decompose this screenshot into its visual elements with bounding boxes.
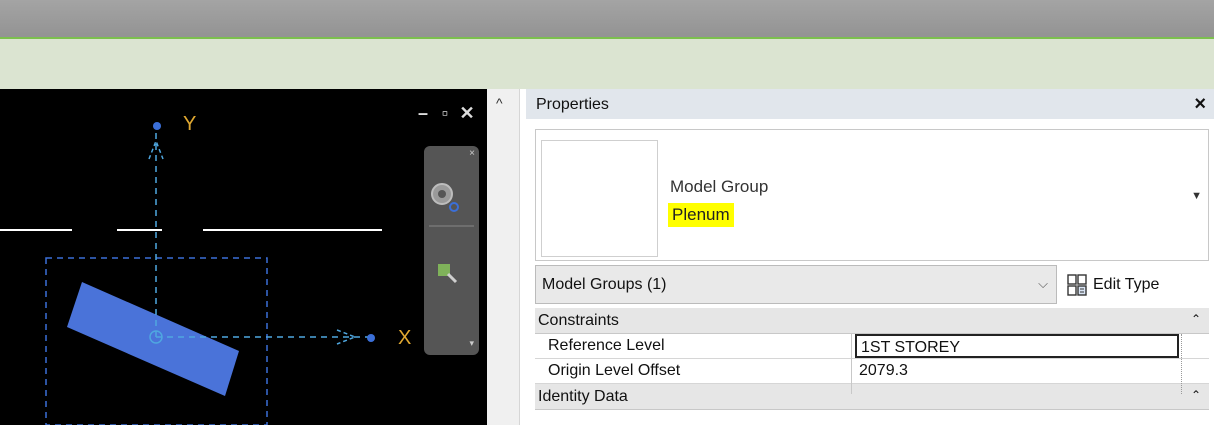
group-title: Constraints <box>538 312 619 329</box>
edit-type-label: Edit Type <box>1093 275 1160 293</box>
selection-filter-value: Model Groups (1) <box>542 276 667 293</box>
type-name-label: Plenum <box>668 203 734 227</box>
y-axis-grip[interactable] <box>153 122 161 130</box>
view-window-controls: – ▫ ✕ <box>415 103 475 124</box>
minimize-icon[interactable]: – <box>415 103 431 124</box>
navigation-bar: × ▾ <box>424 146 479 355</box>
property-row-origin-level-offset[interactable]: Origin Level Offset 2079.3 <box>535 359 1209 384</box>
properties-palette: Properties × Model Group Plenum ▼ Model … <box>526 89 1214 425</box>
ribbon-contextual-bar <box>0 37 1214 89</box>
collapse-icon[interactable]: ⌃ <box>1191 312 1201 326</box>
edit-type-icon <box>1067 273 1087 296</box>
properties-title: Properties <box>536 96 609 113</box>
steering-wheel-icon[interactable] <box>431 183 459 212</box>
selection-filter-dropdown[interactable]: Model Groups (1) ⌵ <box>535 265 1057 304</box>
drawing-viewport[interactable]: Y X – ▫ ✕ × ▾ <box>0 89 487 425</box>
zoom-icon[interactable] <box>438 264 458 284</box>
property-value-input[interactable]: 2079.3 <box>855 359 1179 383</box>
y-axis-label: Y <box>183 113 197 135</box>
column-divider[interactable] <box>851 334 852 394</box>
property-row-reference-level[interactable]: Reference Level 1ST STOREY <box>535 334 1209 359</box>
navigation-tools <box>429 183 474 284</box>
x-axis-grip[interactable] <box>367 334 375 342</box>
x-axis-label: X <box>398 327 412 349</box>
type-preview-thumbnail <box>541 140 658 257</box>
title-bar <box>0 0 1214 37</box>
edit-type-button[interactable]: Edit Type <box>1063 265 1209 304</box>
group-header-identity-data[interactable]: Identity Data ⌃ <box>535 384 1209 410</box>
viewport-scrollbar[interactable]: ^ <box>487 89 520 425</box>
chevron-down-icon[interactable]: ▼ <box>1191 190 1202 202</box>
viewport-canvas[interactable] <box>0 89 487 425</box>
selection-filter-row: Model Groups (1) ⌵ Edit Type <box>535 265 1209 304</box>
restore-icon[interactable]: ▫ <box>437 103 453 124</box>
property-value-input[interactable]: 1ST STOREY <box>855 334 1179 358</box>
properties-grid: Constraints ⌃ Reference Level 1ST STOREY… <box>535 308 1209 410</box>
property-name: Reference Level <box>548 337 665 354</box>
group-title: Identity Data <box>538 388 628 405</box>
grid-value-edge <box>1181 334 1209 394</box>
close-icon[interactable]: ✕ <box>459 103 475 124</box>
type-family-label: Model Group <box>670 177 769 196</box>
model-group-element[interactable] <box>67 282 239 396</box>
chevron-down-icon[interactable]: ⌵ <box>1038 276 1048 292</box>
nav-options-icon[interactable]: ▾ <box>469 338 474 349</box>
scroll-up-icon[interactable]: ^ <box>496 95 503 111</box>
group-header-constraints[interactable]: Constraints ⌃ <box>535 308 1209 334</box>
properties-body: Model Group Plenum ▼ Model Groups (1) ⌵ … <box>535 129 1209 425</box>
close-icon[interactable]: × <box>1194 93 1206 116</box>
property-name: Origin Level Offset <box>548 362 681 379</box>
type-selector[interactable]: Model Group Plenum ▼ <box>535 129 1209 261</box>
properties-header: Properties × <box>526 89 1214 119</box>
